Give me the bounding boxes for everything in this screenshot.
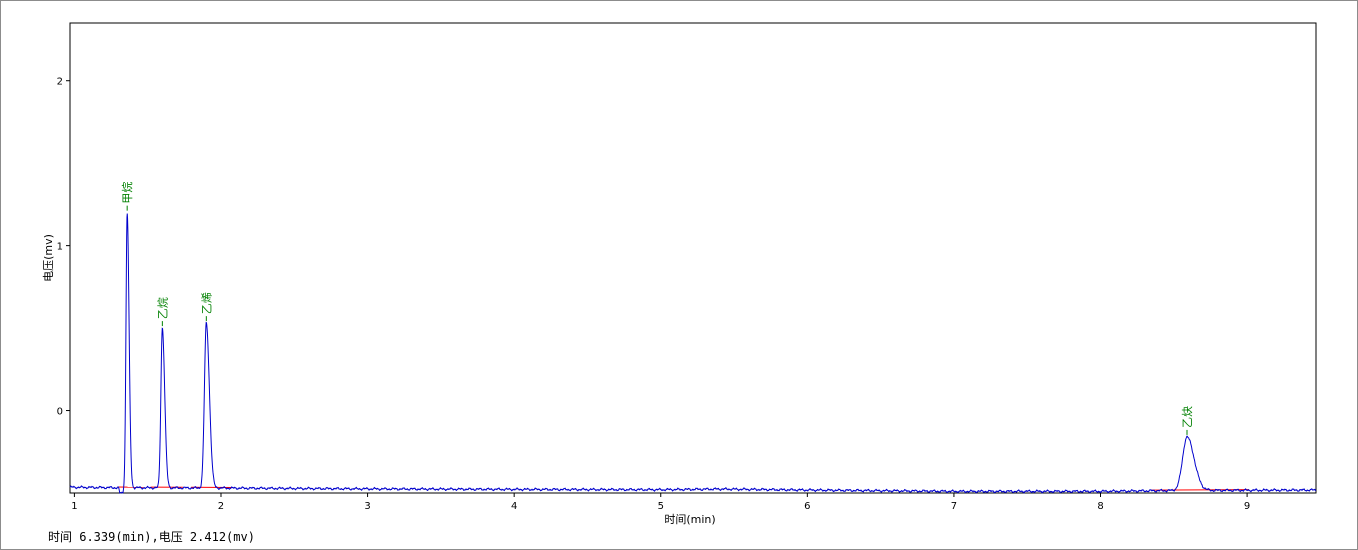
y-axis-ticks: 2 1 0 [57,77,70,418]
x-tick-label: 3 [364,501,370,512]
plot-area [69,22,1317,494]
x-tick-label: 4 [511,501,517,512]
x-tick-label: 2 [218,501,224,512]
x-tick-label: 6 [804,501,810,512]
y-tick-label: 1 [57,242,63,253]
y-tick-label: 0 [57,407,63,418]
x-tick-label: 1 [71,501,77,512]
x-tick-label: 7 [951,501,957,512]
chromatogram-chart[interactable]: 2 1 0 1 2 3 4 5 6 7 8 9 甲烷乙烷 乙烯乙炔 时间(min) 电压(mv) [0,0,1358,525]
x-tick-label: 5 [658,501,664,512]
cursor-readout: 时间 6.339(min),电压 2.412(mv) [48,530,255,544]
x-axis-title: 时间(min) [664,513,715,525]
y-axis-title: 电压(mv) [42,234,55,282]
x-tick-label: 9 [1244,501,1250,512]
peak-label: 乙烷 [155,297,169,319]
peak-label: 乙烯 [200,292,213,314]
x-tick-label: 8 [1097,501,1103,512]
y-tick-label: 2 [57,77,63,88]
x-axis-ticks: 1 2 3 4 5 6 7 8 9 [71,493,1250,512]
peak-label: 甲烷 [120,182,134,204]
peak-label: 乙炔 [1181,406,1194,428]
